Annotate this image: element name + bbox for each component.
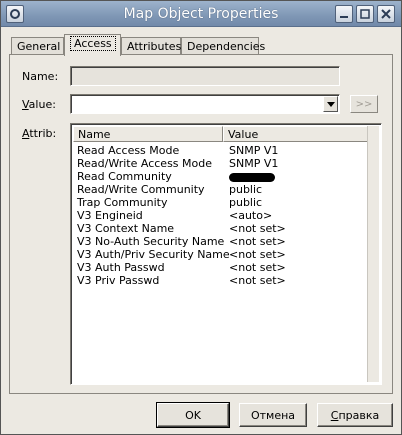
minimize-icon[interactable] [335,5,353,23]
tab-label: Attributes [127,40,182,53]
attrib-value: <not set> [229,222,286,235]
column-header-value[interactable]: Value [223,126,370,142]
attrib-name: V3 Context Name [77,222,175,235]
close-icon[interactable] [377,5,395,23]
tab-attributes[interactable]: Attributes [121,37,181,55]
attrib-name: V3 Auth/Priv Security Name [77,248,230,261]
attrib-name: Read Community [77,170,172,183]
redacted-value-mask [229,172,275,182]
tab-access[interactable]: Access [64,34,121,56]
value-label: Value: [22,98,56,111]
attrib-value: <not set> [229,274,286,287]
attrib-value: <not set> [229,235,286,248]
set-value-button[interactable]: >> [350,95,378,113]
list-header: Name Value [73,126,370,142]
maximize-icon[interactable] [356,5,374,23]
attrib-value: public [229,196,263,209]
column-header-name[interactable]: Name [73,126,223,142]
tab-general[interactable]: General [11,37,64,55]
value-combobox[interactable] [70,94,340,114]
chevron-down-icon[interactable] [323,96,338,112]
access-panel: Name: Value: >> Attrib: Name Value Read … [9,54,393,394]
ok-button[interactable]: OK [156,402,230,428]
tab-label: Dependencies [187,40,266,53]
attrib-name: Read/Write Community [77,183,205,196]
name-label: Name: [22,70,59,83]
attrib-name: V3 Engineid [77,209,143,222]
attrib-name: V3 Auth Passwd [77,261,165,274]
attrib-label: Attrib: [22,127,57,140]
name-field [70,66,340,86]
tab-dependencies[interactable]: Dependencies [181,37,265,55]
dialog-window: Map Object Properties General Access Att… [0,0,402,435]
attrib-value: <not set> [229,261,286,274]
attrib-name: Read Access Mode [77,144,180,157]
attrib-name: V3 No-Auth Security Name [77,235,225,248]
attrib-name: V3 Priv Passwd [77,274,160,287]
attrib-value: SNMP V1 [229,157,279,170]
attrib-value [229,170,275,183]
attrib-value: public [229,183,263,196]
attrib-name: Read/Write Access Mode [77,157,213,170]
tab-label: Access [70,36,116,51]
attrib-list[interactable]: Name Value Read Access Mode SNMP V1 Read/W… [70,123,382,385]
help-button[interactable]: Справка [317,403,393,427]
attrib-value: SNMP V1 [229,144,279,157]
attrib-value: <not set> [229,248,286,261]
tab-label: General [17,40,61,53]
cancel-button[interactable]: Отмена [239,403,307,427]
vertical-scrollbar[interactable] [367,126,379,382]
attrib-value: <auto> [229,209,273,222]
attrib-name: Trap Community [77,196,168,209]
title-bar[interactable]: Map Object Properties [1,1,401,27]
